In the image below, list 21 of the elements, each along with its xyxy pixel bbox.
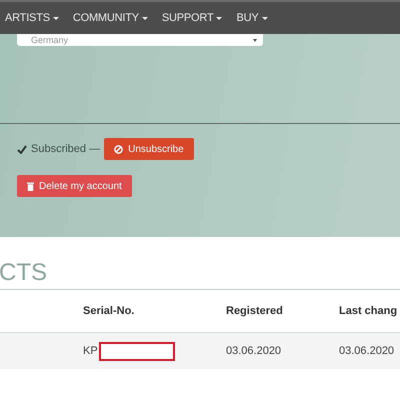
nav-menu-item[interactable]: SUPPORT — [162, 12, 222, 24]
caret-icon — [253, 38, 257, 42]
trash-icon — [27, 182, 34, 190]
table-cell-text: 03.06.2020 — [226, 345, 282, 357]
serial-prefix: KP — [83, 345, 98, 357]
caret-icon — [52, 16, 59, 20]
subscription-status: Subscribed — — [31, 143, 100, 155]
column-header: Registered — [226, 305, 284, 317]
table-cell-text: 03.06.2020 — [339, 345, 396, 357]
section-heading: CTS — [0, 259, 47, 287]
ban-icon — [114, 144, 124, 154]
caret-icon — [142, 16, 148, 20]
nav-menu-item[interactable]: BUY — [236, 12, 268, 24]
caret-icon — [216, 16, 222, 20]
column-header: Last chang — [339, 305, 398, 317]
delete-account-button[interactable]: Delete my account — [17, 175, 132, 197]
nav-menu-item[interactable]: ARTISTS — [5, 12, 59, 24]
column-header: Serial-No. — [83, 305, 136, 317]
nav-menu-item[interactable]: COMMUNITY — [72, 12, 148, 24]
caret-icon — [262, 16, 268, 20]
unsubscribe-button[interactable]: Unsubscribe — [104, 138, 194, 160]
